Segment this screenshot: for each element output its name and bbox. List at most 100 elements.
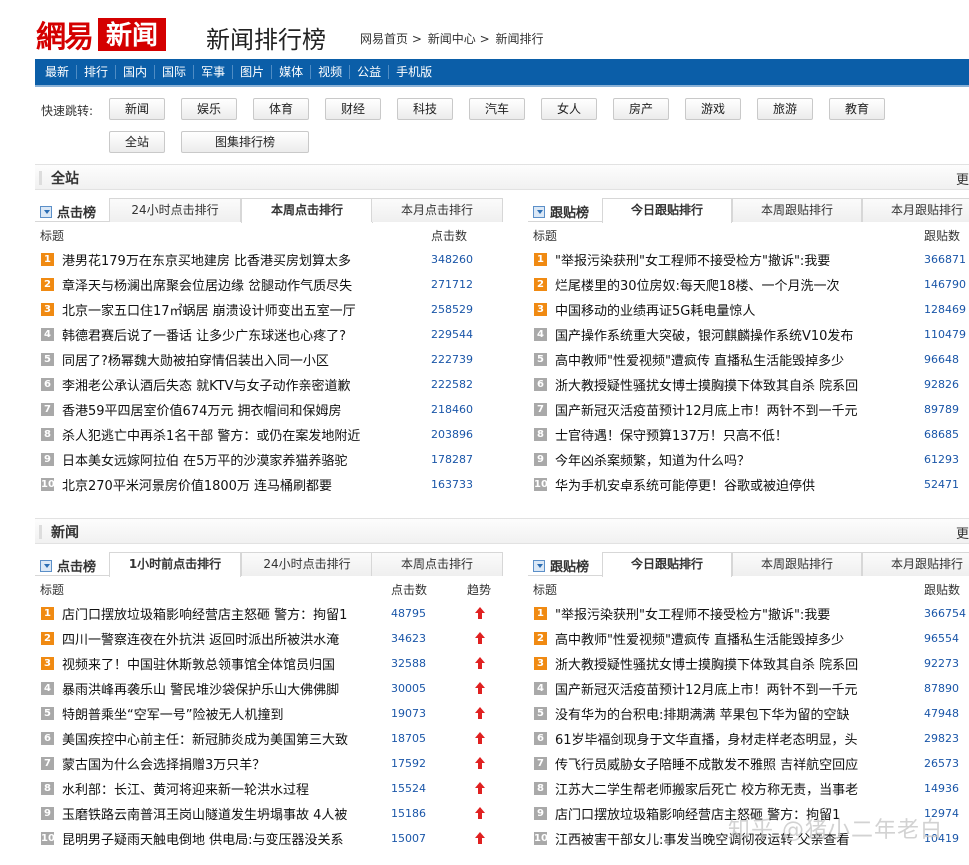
ranking-title-link[interactable]: 暴雨洪峰再袭乐山 警民堆沙袋保护乐山大佛佛脚 — [62, 679, 374, 698]
ranking-tab[interactable]: 本月跟贴排行 — [862, 198, 969, 222]
quick-jump-button[interactable]: 房产 — [613, 98, 669, 120]
ranking-title-link[interactable]: 浙大教授疑性骚扰女博士摸胸摸下体致其自杀 院系回 — [555, 654, 890, 673]
breadcrumb-home[interactable]: 网易首页 — [360, 32, 408, 46]
ranking-count: 218460 — [431, 403, 473, 416]
column-count: 点击数 — [391, 583, 428, 597]
ranking-tab[interactable]: 24小时点击排行 — [109, 198, 241, 222]
nav-item[interactable]: 军事 — [194, 65, 234, 79]
ranking-title-link[interactable]: 今年凶杀案频繁，知道为什么吗？ — [555, 450, 890, 469]
ranking-tab[interactable]: 今日跟贴排行 — [602, 198, 732, 223]
quick-jump-button[interactable]: 汽车 — [469, 98, 525, 120]
ranking-tab[interactable]: 今日跟贴排行 — [602, 552, 732, 577]
ranking-title-link[interactable]: "举报污染获刑"女工程师不接受检方"撤诉":我要 — [555, 604, 890, 623]
ranking-title-link[interactable]: 国产新冠灭活疫苗预计12月底上市！两针不到一千元 — [555, 400, 890, 419]
ranking-title-link[interactable]: 特朗普乘坐“空军一号”险被无人机撞到 — [62, 704, 374, 723]
rank-badge: 7 — [41, 757, 54, 770]
ranking-title-link[interactable]: 北京270平米河景房价值1800万 连马桶刷都要 — [62, 475, 407, 494]
nav-item[interactable]: 排行 — [77, 65, 117, 79]
ranking-title-link[interactable]: 蒙古国为什么会选择捐赠3万只羊？ — [62, 754, 374, 773]
column-title: 标题 — [533, 583, 558, 597]
rank-badge: 10 — [41, 832, 55, 845]
nav-item[interactable]: 国际 — [155, 65, 195, 79]
ranking-title-link[interactable]: 北京一家五口住17㎡蜗居 崩溃设计师变出五室一厅 — [62, 300, 407, 319]
ranking-title-link[interactable]: 李湘老公承认酒后失态 就KTV与女子动作亲密道歉 — [62, 375, 407, 394]
ranking-title-link[interactable]: 杀人犯逃亡中再杀1名干部 警方：或仍在案发地附近 — [62, 425, 407, 444]
quick-jump-button[interactable]: 女人 — [541, 98, 597, 120]
rank-badge: 10 — [41, 478, 55, 491]
ranking-title-link[interactable]: 店门口摆放垃圾箱影响经营店主怒砸 警方：拘留1 — [62, 604, 374, 623]
ranking-title-link[interactable]: 水利部：长江、黄河将迎来新一轮洪水过程 — [62, 779, 374, 798]
section-more-link[interactable]: 更 — [956, 169, 969, 188]
ranking-title-link[interactable]: 同居了?杨幂魏大勋被拍穿情侣装出入同一小区 — [62, 350, 407, 369]
ranking-title-link[interactable]: 视频来了！中国驻休斯敦总领事馆全体馆员归国 — [62, 654, 374, 673]
nav-item[interactable]: 国内 — [116, 65, 156, 79]
ranking-title-link[interactable]: 昆明男子疑雨天触电倒地 供电局:与变压器没关系 — [62, 829, 374, 848]
ranking-tab[interactable]: 本周点击排行 — [371, 552, 503, 576]
ranking-count: 271712 — [431, 278, 473, 291]
quick-jump-button[interactable]: 教育 — [829, 98, 885, 120]
ranking-tab[interactable]: 本月跟贴排行 — [862, 552, 969, 576]
ranking-title-link[interactable]: 四川一警察连夜在外抗洪 返回时派出所被洪水淹 — [62, 629, 374, 648]
ranking-row: 5 没有华为的台积电:排期满满 苹果包下华为留的空缺 47948 — [528, 701, 969, 726]
column-count: 跟贴数 — [924, 229, 961, 243]
breadcrumb-news-center[interactable]: 新闻中心 — [428, 32, 476, 46]
ranking-title-link[interactable]: 士官待遇！保守预算137万！只高不低！ — [555, 425, 890, 444]
ranking-title-link[interactable]: 港男花179万在东京买地建房 比香港买房划算太多 — [62, 250, 407, 269]
trend-up-icon — [475, 607, 485, 619]
ranking-row: 2 烂尾楼里的30位房奴:每天爬18楼、一个月洗一次 146790 — [528, 272, 969, 297]
ranking-tab[interactable]: 本周点击排行 — [241, 198, 373, 223]
ranking-row: 3 视频来了！中国驻休斯敦总领事馆全体馆员归国 32588 — [35, 651, 503, 676]
quick-jump-button[interactable]: 财经 — [325, 98, 381, 120]
ranking-title-link[interactable]: 61岁毕福剑现身于文华直播，身材走样老态明显，头 — [555, 729, 890, 748]
rank-badge: 3 — [41, 657, 54, 670]
ranking-tab[interactable]: 本月点击排行 — [371, 198, 503, 222]
ranking-row: 8 杀人犯逃亡中再杀1名干部 警方：或仍在案发地附近 203896 — [35, 422, 503, 447]
ranking-tab[interactable]: 1小时前点击排行 — [109, 552, 241, 577]
rank-badge: 9 — [41, 453, 54, 466]
ranking-title-link[interactable]: "举报污染获刑"女工程师不接受检方"撤诉":我要 — [555, 250, 890, 269]
ranking-title-link[interactable]: 江苏大二学生帮老师搬家后死亡 校方称无责，当事老 — [555, 779, 890, 798]
nav-item[interactable]: 视频 — [311, 65, 351, 79]
ranking-title-link[interactable]: 日本美女远嫁阿拉伯 在5万平的沙漠家养猫养骆驼 — [62, 450, 407, 469]
ranking-title-link[interactable]: 没有华为的台积电:排期满满 苹果包下华为留的空缺 — [555, 704, 890, 723]
ranking-title-link[interactable]: 高中教师"性爱视频"遭疯传 直播私生活能毁掉多少 — [555, 350, 890, 369]
ranking-title-link[interactable]: 韩德君赛后说了一番话 让多少广东球迷也心疼了? — [62, 325, 407, 344]
ranking-tab[interactable]: 本周跟贴排行 — [732, 552, 862, 576]
nav-item[interactable]: 手机版 — [389, 65, 439, 79]
quick-jump-button[interactable]: 旅游 — [757, 98, 813, 120]
ranking-title-link[interactable]: 浙大教授疑性骚扰女博士摸胸摸下体致其自杀 院系回 — [555, 375, 890, 394]
ranking-tab[interactable]: 24小时点击排行 — [241, 552, 373, 576]
ranking-title-link[interactable]: 传飞行员威胁女子陪睡不成散发不雅照 吉祥航空回应 — [555, 754, 890, 773]
ranking-tab[interactable]: 本周跟贴排行 — [732, 198, 862, 222]
quick-jump-button[interactable]: 图集排行榜 — [181, 131, 309, 153]
ranking-title-link[interactable]: 烂尾楼里的30位房奴:每天爬18楼、一个月洗一次 — [555, 275, 890, 294]
ranking-row: 6 美国疾控中心前主任：新冠肺炎成为美国第三大致 18705 — [35, 726, 503, 751]
quick-jump-button[interactable]: 游戏 — [685, 98, 741, 120]
nav-item[interactable]: 最新 — [38, 65, 78, 79]
nav-item[interactable]: 公益 — [350, 65, 390, 79]
ranking-count: 229544 — [431, 328, 473, 341]
ranking-title-link[interactable]: 中国移动的业绩再证5G耗电量惊人 — [555, 300, 890, 319]
breadcrumb-separator: > — [479, 32, 490, 46]
quick-jump-button[interactable]: 新闻 — [109, 98, 165, 120]
ranking-title-link[interactable]: 国产新冠灭活疫苗预计12月底上市！两针不到一千元 — [555, 679, 890, 698]
trend-up-icon — [475, 657, 485, 669]
section-more-link[interactable]: 更 — [956, 523, 969, 542]
rank-badge: 6 — [534, 732, 547, 745]
netease-news-logo[interactable]: 網易 新闻 — [36, 16, 167, 55]
quick-jump-button[interactable]: 娱乐 — [181, 98, 237, 120]
ranking-title-link[interactable]: 章泽天与杨澜出席聚会位居边缘 岔腿动作气质尽失 — [62, 275, 407, 294]
nav-item[interactable]: 媒体 — [272, 65, 312, 79]
ranking-title-link[interactable]: 华为手机安卓系统可能停更！谷歌或被迫停供 — [555, 475, 890, 494]
quick-jump-button[interactable]: 体育 — [253, 98, 309, 120]
ranking-title-link[interactable]: 国产操作系统重大突破，银河麒麟操作系统V10发布 — [555, 325, 890, 344]
quick-jump-button[interactable]: 全站 — [109, 131, 165, 153]
ranking-title-link[interactable]: 玉磨铁路云南普洱王岗山隧道发生坍塌事故 4人被 — [62, 804, 374, 823]
quick-jump-button[interactable]: 科技 — [397, 98, 453, 120]
ranking-count: 15007 — [391, 832, 426, 845]
panel-title: 跟贴榜 — [533, 202, 589, 221]
nav-item[interactable]: 图片 — [233, 65, 273, 79]
ranking-title-link[interactable]: 香港59平四居室价值674万元 拥衣帽间和保姆房 — [62, 400, 407, 419]
ranking-title-link[interactable]: 美国疾控中心前主任：新冠肺炎成为美国第三大致 — [62, 729, 374, 748]
ranking-title-link[interactable]: 高中教师"性爱视频"遭疯传 直播私生活能毁掉多少 — [555, 629, 890, 648]
